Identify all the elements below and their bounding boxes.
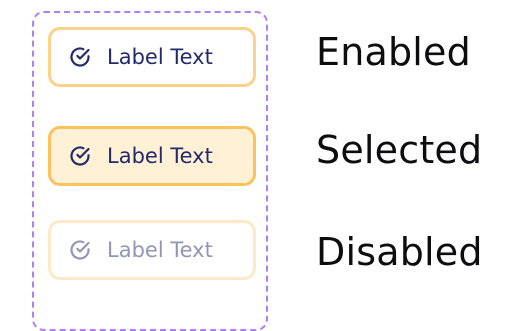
chip-label: Label Text [107,143,213,168]
chip-disabled: Label Text [48,220,256,280]
chip-selected[interactable]: Label Text [48,126,256,186]
chip-label: Label Text [107,44,213,69]
state-label-selected: Selected [316,128,483,172]
check-circle-icon [68,144,92,168]
state-label-enabled: Enabled [316,30,471,74]
check-circle-icon [68,45,92,69]
chip-label: Label Text [107,237,213,262]
state-label-disabled: Disabled [316,230,483,274]
chip-enabled[interactable]: Label Text [48,27,256,87]
check-circle-icon [68,238,92,262]
